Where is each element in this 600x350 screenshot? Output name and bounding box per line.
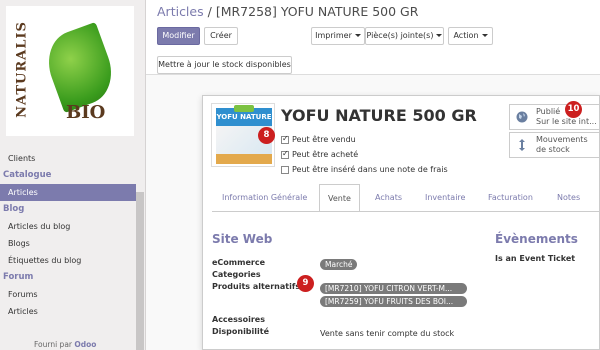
accessories-label: Accessoires xyxy=(212,315,265,324)
breadcrumb-parent-link[interactable]: Articles xyxy=(157,4,204,19)
annotation-badge-8: 8 xyxy=(258,127,275,144)
action-dropdown[interactable]: Action xyxy=(448,27,493,45)
publish-smart-button[interactable]: Publié Sur le site int... xyxy=(509,104,600,130)
tab-general-info[interactable]: Information Générale xyxy=(222,184,307,212)
sidebar-item-blog-tags[interactable]: Étiquettes du blog xyxy=(0,252,146,269)
website-section-title: Site Web xyxy=(212,232,273,246)
can-be-sold-checkbox[interactable] xyxy=(281,134,289,144)
powered-by-prefix: Fourni par xyxy=(34,340,73,349)
logo-text-bottom: BIO xyxy=(66,102,106,123)
annotation-badge-9: 9 xyxy=(297,275,314,292)
powered-by: Fourni par Odoo xyxy=(34,340,96,349)
annotation-badge-10: 10 xyxy=(565,101,582,118)
print-label: Imprimer xyxy=(315,31,352,40)
breadcrumb-current: [MR7258] YOFU NATURE 500 GR xyxy=(215,4,419,19)
alternative-products-label: Produits alternatifs xyxy=(212,282,301,291)
category-tag[interactable]: Marché xyxy=(320,259,358,270)
leaf-icon xyxy=(38,22,122,113)
alternative-product-tag[interactable]: [MR7210] YOFU CITRON VERT-M... xyxy=(320,283,467,294)
globe-icon xyxy=(516,111,528,123)
sidebar-item-forum-articles[interactable]: Articles xyxy=(0,303,146,320)
breadcrumb-separator: / xyxy=(207,4,212,19)
sidebar-menu: Clients Catalogue Articles Blog Articles… xyxy=(0,150,146,320)
odoo-link[interactable]: Odoo xyxy=(74,340,96,349)
tab-sales[interactable]: Vente xyxy=(319,184,360,212)
sidebar-item-forums[interactable]: Forums xyxy=(0,286,146,303)
expense-label: Peut être inséré dans une note de frais xyxy=(292,165,448,174)
tab-purchases[interactable]: Achats xyxy=(375,184,402,212)
sidebar-section-catalogue: Catalogue xyxy=(3,170,52,180)
event-ticket-label: Is an Event Ticket xyxy=(495,254,576,263)
publish-status: Publié xyxy=(536,107,561,116)
expense-row[interactable]: Peut être inséré dans une note de frais xyxy=(281,165,448,177)
stock-moves-smart-button[interactable]: Mouvements de stock xyxy=(509,132,600,158)
attachments-dropdown[interactable]: Pièce(s) jointe(s) xyxy=(365,27,444,45)
can-be-sold-row[interactable]: Peut être vendu xyxy=(281,134,356,147)
edit-button[interactable]: Modifier xyxy=(157,27,200,45)
expense-checkbox[interactable] xyxy=(281,165,289,174)
sidebar-scrollbar[interactable] xyxy=(136,192,144,350)
product-name: YOFU NATURE 500 GR xyxy=(281,106,477,125)
create-button[interactable]: Créer xyxy=(204,27,238,45)
tab-inventory[interactable]: Inventaire xyxy=(425,184,465,212)
chevron-down-icon xyxy=(354,34,361,37)
can-be-sold-label: Peut être vendu xyxy=(292,135,356,144)
breadcrumb: Articles / [MR7258] YOFU NATURE 500 GR xyxy=(157,4,418,19)
chevron-down-icon xyxy=(436,34,443,37)
sidebar-item-articles[interactable]: Articles xyxy=(0,184,136,201)
events-section-title: Évènements xyxy=(495,232,578,246)
sidebar-section-blog: Blog xyxy=(3,204,25,214)
arrows-vertical-icon xyxy=(519,139,525,151)
ecommerce-label: eCommerce xyxy=(212,258,266,267)
can-be-purchased-row[interactable]: Peut être acheté xyxy=(281,149,359,162)
availability-label: Disponibilité xyxy=(212,327,270,336)
can-be-purchased-checkbox[interactable] xyxy=(281,149,289,159)
sidebar-item-blog-posts[interactable]: Articles du blog xyxy=(0,218,146,235)
availability-value[interactable]: Vente sans tenir compte du stock xyxy=(320,329,454,338)
alternative-product-tag[interactable]: [MR7259] YOFU FRUITS DES BOI... xyxy=(320,296,467,307)
stock-moves-line1: Mouvements xyxy=(536,135,588,144)
attachments-label: Pièce(s) jointe(s) xyxy=(366,31,434,40)
sidebar: NATURALIS BIO Clients Catalogue Articles… xyxy=(0,0,146,350)
product-image-band xyxy=(216,154,272,164)
action-label: Action xyxy=(453,31,479,40)
tabs-divider xyxy=(212,211,600,212)
logo-text-top: NATURALIS xyxy=(14,21,30,118)
tab-notes[interactable]: Notes xyxy=(557,184,580,212)
update-stock-button[interactable]: Mettre à jour le stock disponibles xyxy=(157,56,292,74)
sidebar-item-clients[interactable]: Clients xyxy=(0,150,146,167)
chevron-down-icon xyxy=(481,34,488,37)
tab-invoicing[interactable]: Facturation xyxy=(488,184,533,212)
publish-website: Sur le site int... xyxy=(536,117,597,126)
print-dropdown[interactable]: Imprimer xyxy=(311,27,365,45)
categories-label: Categories xyxy=(212,270,261,279)
sidebar-item-blogs[interactable]: Blogs xyxy=(0,235,146,252)
company-logo[interactable]: NATURALIS BIO xyxy=(6,6,134,136)
product-image-brand xyxy=(234,105,254,112)
sidebar-section-forum: Forum xyxy=(3,272,34,282)
can-be-purchased-label: Peut être acheté xyxy=(292,150,359,159)
stock-moves-line2: de stock xyxy=(536,145,570,154)
